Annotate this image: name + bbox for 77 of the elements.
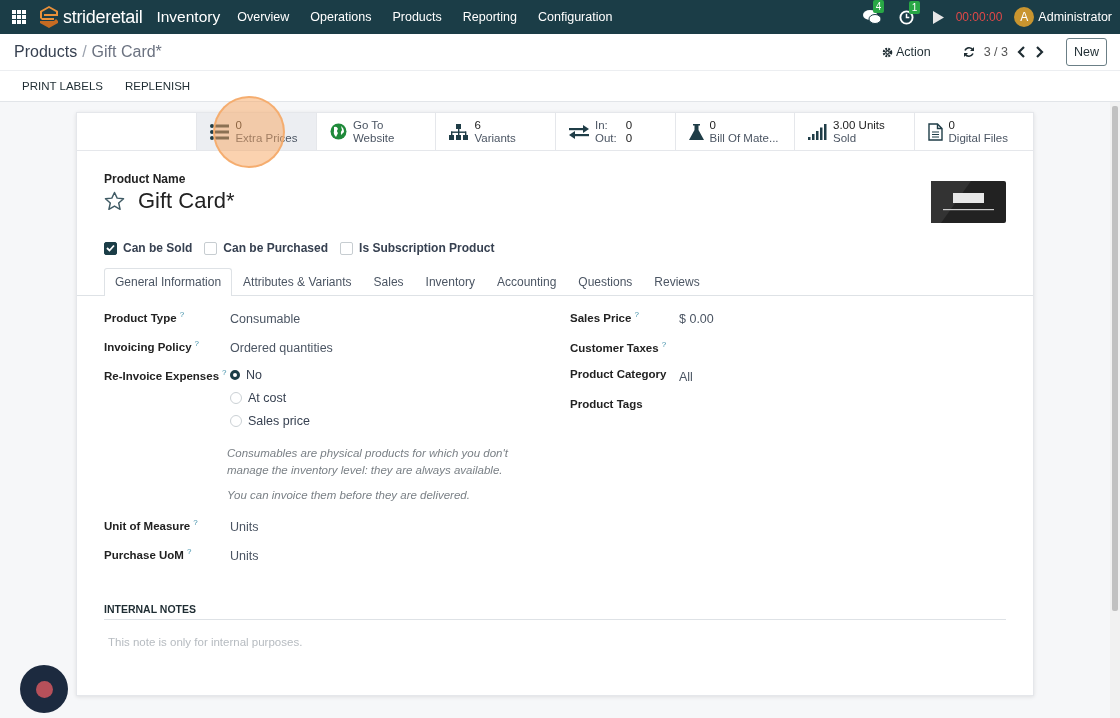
field-value[interactable]: Ordered quantities [230,339,333,368]
field-value[interactable]: Units [230,518,259,547]
menu-item[interactable]: Configuration [538,10,613,24]
checkbox[interactable]: Is Subscription Product [340,241,495,255]
logo-icon [39,5,59,29]
menu-item[interactable]: Products [392,10,442,24]
header-button[interactable]: PRINT LABELS [14,80,111,92]
section-heading: INTERNAL NOTES [104,603,196,615]
activity-count: 1 [908,0,921,14]
header-button[interactable]: REPLENISH [116,80,199,92]
scrollbar[interactable] [1110,102,1120,718]
field-value[interactable]: Units [230,547,259,576]
field-label: Product Type $^{?}$ [104,310,186,326]
tab[interactable]: Sales [362,268,415,295]
tab[interactable]: Accounting [485,268,568,295]
tab[interactable]: Inventory [414,268,486,295]
tab[interactable]: Reviews [643,268,711,295]
brand-name: strideretail [63,6,143,28]
app-name[interactable]: Inventory [156,8,221,26]
field-label: Product Name [104,172,186,186]
timer: 00:00:00 [955,10,1003,24]
smart-button[interactable]: In: 0 Out: 0 [555,113,675,150]
help-text: Consumables are physical products for which you don't manage the inventory level: they are always available. [227,446,510,478]
field-label: Customer Taxes $^{?}$ [570,340,668,354]
gear-icon [881,46,893,58]
refresh-icon[interactable] [962,46,975,58]
flask-icon [688,123,704,140]
menu-item[interactable]: Operations [310,10,372,24]
product-name[interactable]: Gift Card* [138,188,235,214]
user-name[interactable]: Administrator [1038,10,1112,24]
list-icon [210,123,230,140]
field-label: Invoicing Policy $^{?}$ [104,339,200,355]
smart-button[interactable]: Go To Website [315,113,436,150]
field-value[interactable]: All [679,367,693,384]
star-icon[interactable] [104,191,125,211]
field-value[interactable]: Consumable [230,310,301,339]
smart-button[interactable]: 0 Bill Of Mate... [674,113,794,150]
menu-item[interactable]: Overview [237,10,290,24]
field-label: Product Category [570,367,668,382]
breadcrumb-link[interactable]: Products [14,43,78,61]
action-button[interactable]: Action [881,45,931,59]
bar-chart-icon [808,123,827,140]
field-label: Sales Price $^{?}$ [570,310,640,326]
new-button[interactable]: New [1066,38,1107,66]
help-text: You can invoice them before they are delivered. [227,488,471,503]
field-value[interactable]: $ 0.00 [679,310,714,326]
field-label: Unit of Measure $^{?}$ [104,518,199,534]
play-icon[interactable] [931,10,944,24]
menu-item[interactable]: Reporting [462,10,517,24]
tab[interactable]: Attributes & Variants [232,268,363,295]
next-icon[interactable] [1035,46,1044,58]
radio-option[interactable]: Sales price [230,414,310,428]
apps-menu-icon[interactable] [12,10,26,24]
field-label: Purchase UoM $^{?}$ [104,547,193,563]
tab[interactable]: Questions [567,268,644,295]
document-icon [927,122,943,141]
smart-button[interactable]: 0 Digital Files [913,113,1034,150]
hierarchy-icon [449,123,469,140]
checkbox[interactable]: Can be Purchased [204,241,329,255]
breadcrumb-separator: / [82,43,87,61]
globe-icon [329,123,347,140]
record-title: Gift Card* [91,43,162,61]
transfer-arrows-icon [569,124,589,139]
record-button[interactable] [20,665,68,713]
message-count: 4 [872,0,885,13]
pager-value: 3 / 3 [983,45,1008,59]
radio-option[interactable]: At cost [230,391,310,405]
field-label: Product Tags [570,397,644,410]
checkmark-icon [106,244,115,252]
checkbox[interactable]: Can be Sold [104,241,193,255]
smart-button[interactable]: 6 Variants [435,113,555,150]
smart-button[interactable]: 3.00 Units Sold [794,113,914,150]
radio-option[interactable]: No [230,368,310,382]
field-label: Re-Invoice Expenses $^{?}$ [104,368,228,384]
previous-icon[interactable] [1017,46,1026,58]
clock-icon[interactable] [898,9,914,25]
tab[interactable]: General Information [104,268,233,296]
